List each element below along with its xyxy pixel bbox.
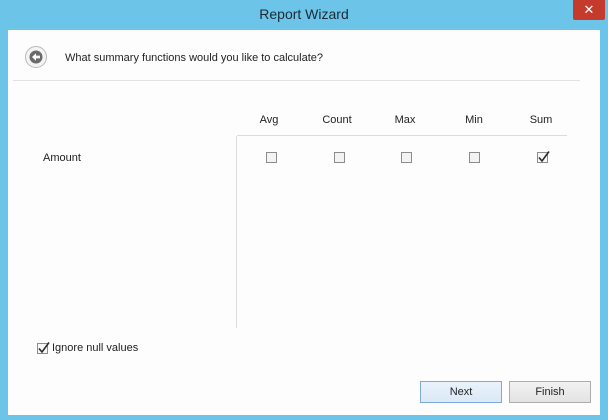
column-header-min: Min bbox=[465, 114, 483, 126]
row-label-amount: Amount bbox=[43, 152, 81, 164]
amount-sum-checkbox[interactable] bbox=[537, 151, 550, 163]
grid-header-line bbox=[237, 135, 567, 136]
checkmark-icon bbox=[538, 151, 550, 163]
grid-vertical-divider bbox=[236, 136, 237, 328]
amount-count-checkbox[interactable] bbox=[334, 152, 345, 163]
column-header-avg: Avg bbox=[259, 114, 279, 126]
next-button[interactable]: Next bbox=[420, 381, 502, 403]
back-arrow-icon bbox=[29, 50, 43, 64]
close-button[interactable]: ✕ bbox=[573, 0, 605, 20]
header-divider bbox=[13, 80, 580, 81]
finish-button[interactable]: Finish bbox=[509, 381, 591, 403]
close-icon: ✕ bbox=[583, 2, 595, 17]
wizard-content: What summary functions would you like to… bbox=[8, 30, 600, 415]
column-header-sum: Sum bbox=[529, 114, 553, 126]
checkmark-icon bbox=[38, 341, 50, 353]
amount-max-checkbox[interactable] bbox=[401, 152, 412, 163]
column-header-count: Count bbox=[322, 114, 352, 126]
ignore-null-checkbox[interactable] bbox=[37, 341, 50, 354]
window-title: Report Wizard bbox=[259, 6, 349, 22]
title-bar: Report Wizard ✕ bbox=[0, 0, 608, 30]
back-button[interactable] bbox=[25, 46, 47, 68]
column-header-max: Max bbox=[394, 114, 416, 126]
ignore-null-label: Ignore null values bbox=[52, 342, 139, 354]
ignore-null-option[interactable]: Ignore null values bbox=[37, 341, 138, 355]
amount-avg-checkbox[interactable] bbox=[266, 152, 277, 163]
wizard-question: What summary functions would you like to… bbox=[65, 52, 324, 64]
amount-min-checkbox[interactable] bbox=[469, 152, 480, 163]
